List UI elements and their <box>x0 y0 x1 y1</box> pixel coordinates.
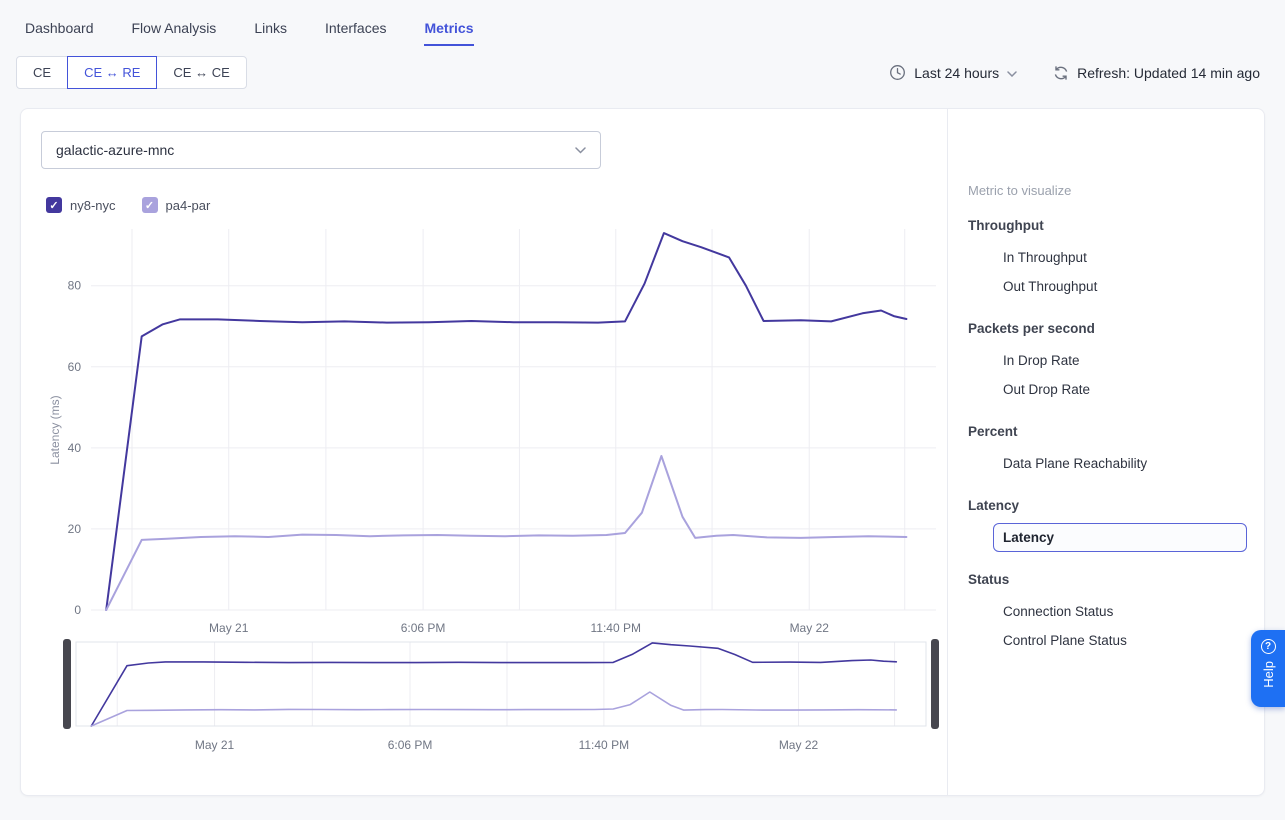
latency-line-chart: 0 20 40 60 80 May 21 6:06 PM 11:40 PM May 22 <box>41 223 946 636</box>
series-legend: ✓ ny8-nyc ✓ pa4-par <box>46 197 947 213</box>
metric-item-out-drop-rate[interactable]: Out Drop Rate <box>993 375 1247 404</box>
time-range-control[interactable]: Last 24 hours <box>889 64 1017 81</box>
metric-item-in-throughput[interactable]: In Throughput <box>993 243 1247 272</box>
chevron-down-icon <box>1007 71 1017 77</box>
brush-handle-right[interactable] <box>931 639 939 729</box>
connector-select-value: galactic-azure-mnc <box>56 142 174 158</box>
metric-item-latency[interactable]: Latency <box>993 523 1247 552</box>
legend-item-pa4-par[interactable]: ✓ pa4-par <box>142 197 211 213</box>
metric-group-percent: Percent Data Plane Reachability <box>968 424 1247 478</box>
metric-group-heading: Packets per second <box>968 321 1247 336</box>
nav-item-links[interactable]: Links <box>254 20 287 44</box>
metric-group-heading: Percent <box>968 424 1247 439</box>
svg-text:40: 40 <box>68 441 82 455</box>
metric-group-heading: Latency <box>968 498 1247 513</box>
nav-item-flow-analysis[interactable]: Flow Analysis <box>132 20 217 44</box>
metric-item-in-drop-rate[interactable]: In Drop Rate <box>993 346 1247 375</box>
metric-group-packets: Packets per second In Drop Rate Out Drop… <box>968 321 1247 404</box>
help-question-icon: ? <box>1261 639 1276 654</box>
metric-panel-title: Metric to visualize <box>968 183 1247 198</box>
metric-item-data-plane-reachability[interactable]: Data Plane Reachability <box>993 449 1247 478</box>
segment-ce-re[interactable]: CE ↔ RE <box>67 56 157 89</box>
help-tab[interactable]: ? Help <box>1251 630 1285 707</box>
metric-item-connection-status[interactable]: Connection Status <box>993 597 1247 626</box>
top-nav: Dashboard Flow Analysis Links Interfaces… <box>0 0 1285 46</box>
time-range-label: Last 24 hours <box>914 65 999 81</box>
metric-group-heading: Throughput <box>968 218 1247 233</box>
connector-select[interactable]: galactic-azure-mnc <box>41 131 601 169</box>
svg-text:60: 60 <box>68 360 82 374</box>
svg-text:May 22: May 22 <box>790 621 830 635</box>
legend-label: pa4-par <box>166 198 211 213</box>
brush-range-selector[interactable]: May 21 6:06 PM 11:40 PM May 22 <box>41 636 946 758</box>
chevron-down-icon <box>575 147 586 154</box>
svg-text:11:40 PM: 11:40 PM <box>591 621 641 635</box>
svg-text:11:40 PM: 11:40 PM <box>579 738 629 752</box>
svg-text:May 21: May 21 <box>195 738 235 752</box>
svg-text:6:06 PM: 6:06 PM <box>388 738 433 752</box>
toolbar: CE CE ↔ RE CE ↔ CE Last 24 hours Refr <box>0 46 1285 89</box>
metric-group-heading: Status <box>968 572 1247 587</box>
help-label: Help <box>1261 661 1276 688</box>
svg-text:20: 20 <box>68 522 82 536</box>
refresh-label: Refresh: Updated 14 min ago <box>1077 65 1260 81</box>
metric-panel: Metric to visualize Throughput In Throug… <box>947 109 1264 795</box>
toolbar-right: Last 24 hours Refresh: Updated 14 min ag… <box>889 64 1260 81</box>
metrics-card: galactic-azure-mnc ✓ ny8-nyc ✓ pa4-par L… <box>20 108 1265 796</box>
y-axis-label: Latency (ms) <box>48 390 62 470</box>
nav-item-metrics[interactable]: Metrics <box>424 20 473 46</box>
svg-text:6:06 PM: 6:06 PM <box>401 621 446 635</box>
segmented-control: CE CE ↔ RE CE ↔ CE <box>16 56 247 89</box>
chart-column: galactic-azure-mnc ✓ ny8-nyc ✓ pa4-par L… <box>21 109 947 795</box>
segment-ce-ce[interactable]: CE ↔ CE <box>156 56 246 89</box>
refresh-control[interactable]: Refresh: Updated 14 min ago <box>1053 65 1260 81</box>
legend-label: ny8-nyc <box>70 198 116 213</box>
svg-text:May 22: May 22 <box>779 738 819 752</box>
nav-item-dashboard[interactable]: Dashboard <box>25 20 94 44</box>
svg-text:80: 80 <box>68 279 82 293</box>
metric-item-out-throughput[interactable]: Out Throughput <box>993 272 1247 301</box>
checkbox-ny8-nyc[interactable]: ✓ <box>46 197 62 213</box>
nav-item-interfaces[interactable]: Interfaces <box>325 20 386 44</box>
metric-group-throughput: Throughput In Throughput Out Throughput <box>968 218 1247 301</box>
legend-item-ny8-nyc[interactable]: ✓ ny8-nyc <box>46 197 116 213</box>
metric-group-latency: Latency Latency <box>968 498 1247 552</box>
clock-icon <box>889 64 906 81</box>
brush-handle-left[interactable] <box>63 639 71 729</box>
metric-group-status: Status Connection Status Control Plane S… <box>968 572 1247 655</box>
segment-ce[interactable]: CE <box>16 56 68 89</box>
latency-chart-wrap: Latency (ms) 0 20 40 60 80 May 21 6:06 PM 11:40… <box>41 223 947 758</box>
refresh-icon <box>1053 65 1069 81</box>
svg-text:May 21: May 21 <box>209 621 249 635</box>
checkbox-pa4-par[interactable]: ✓ <box>142 197 158 213</box>
metric-item-control-plane-status[interactable]: Control Plane Status <box>993 626 1247 655</box>
svg-text:0: 0 <box>74 603 81 617</box>
